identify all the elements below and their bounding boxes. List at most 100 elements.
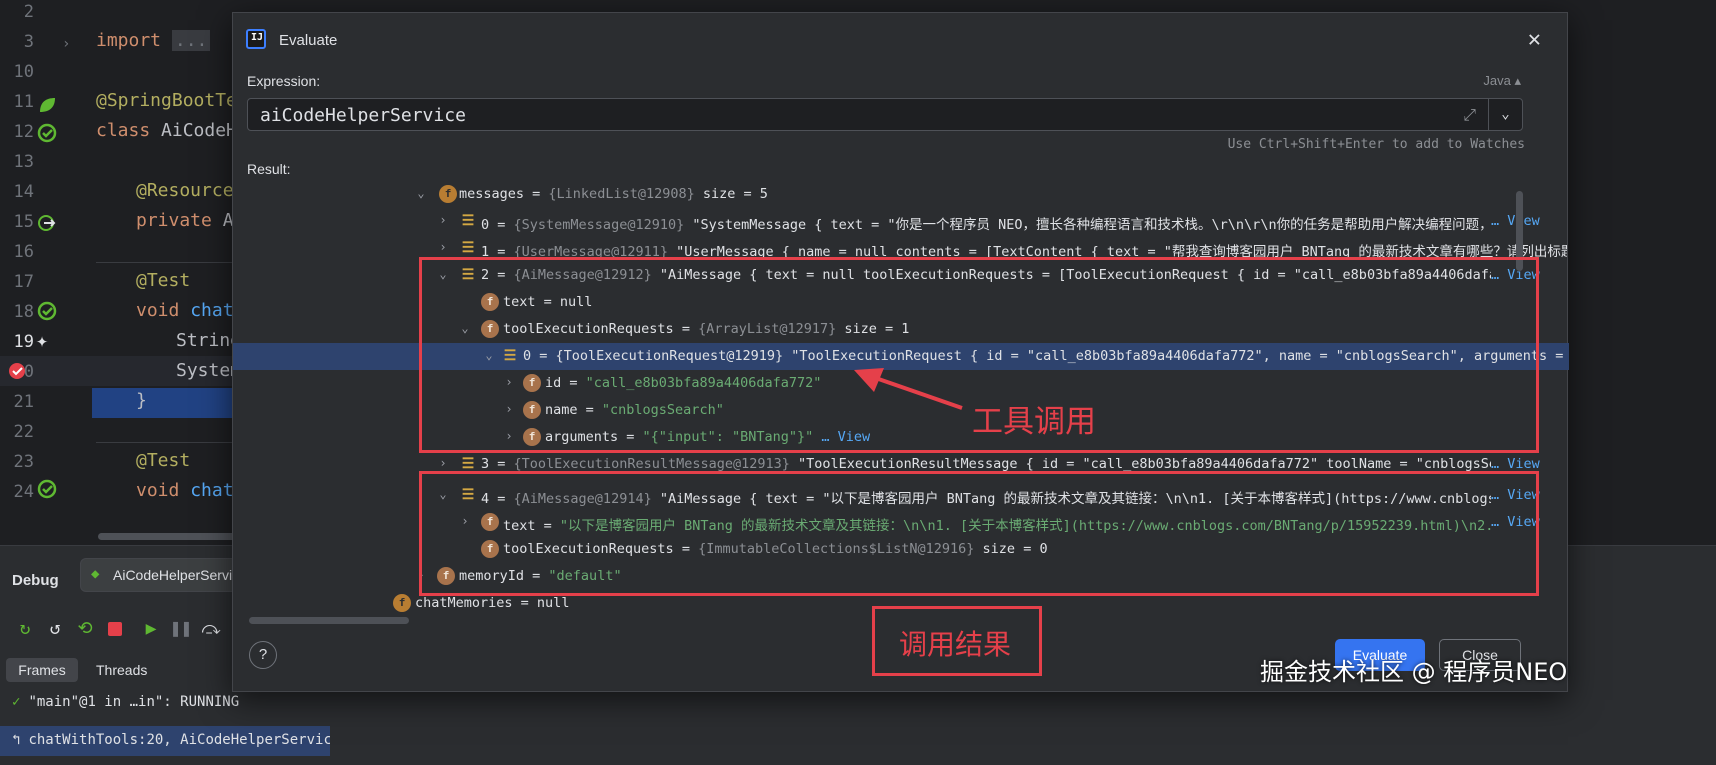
chevron-right-icon[interactable]: › <box>437 213 449 227</box>
tab-frames[interactable]: Frames <box>6 658 78 682</box>
stack-frame-item[interactable]: ↰ chatWithTools:20, AiCodeHelperServic <box>0 726 330 756</box>
node-name: toolExecutionRequests <box>503 541 674 557</box>
tab-threads[interactable]: Threads <box>96 662 147 678</box>
folded-region[interactable]: ... <box>171 30 211 51</box>
fold-chevron-icon[interactable]: › <box>62 36 84 58</box>
node-size: size = 5 <box>694 186 768 202</box>
node-eq: = <box>577 402 602 418</box>
dialog-title: Evaluate <box>279 32 338 49</box>
expand-icon[interactable]: ⤢ <box>1463 105 1476 125</box>
tree-node-message-2[interactable]: ⌄ ☰ 2 = {AiMessage@12912} "AiMessage { t… <box>233 262 1569 289</box>
view-link[interactable]: … View <box>1491 267 1540 283</box>
run-test-passed-icon[interactable] <box>36 478 58 500</box>
node-size: size = 0 <box>974 541 1048 557</box>
tree-node-message-4[interactable]: ⌄ ☰ 4 = {AiMessage@12914} "AiMessage { t… <box>233 482 1569 509</box>
chevron-right-icon[interactable]: › <box>503 429 515 443</box>
view-link[interactable]: … View <box>1491 514 1540 530</box>
node-name: text <box>503 294 536 310</box>
help-button[interactable]: ? <box>249 641 277 669</box>
step-over-icon[interactable]: ⤼ <box>200 618 222 640</box>
view-link[interactable]: … View <box>1491 456 1540 472</box>
tree-node-text[interactable]: f text = null <box>233 289 1569 316</box>
code-line-annotation[interactable]: @SpringBootTes <box>96 90 248 111</box>
breakpoint-icon[interactable] <box>6 360 28 382</box>
tree-node-arguments[interactable]: › f arguments = "{"input": "BNTang"}" … … <box>233 424 1569 451</box>
tree-node-name[interactable]: › f name = "cnblogsSearch" <box>233 397 1569 424</box>
code-line-resource[interactable]: @Resource <box>136 180 234 201</box>
tree-node-text[interactable]: › f text = "以下是博客园用户 BNTang 的最新技术文章及其链接：… <box>233 509 1569 536</box>
chevron-down-icon[interactable]: ⌄ <box>483 348 495 362</box>
node-eq: = <box>489 217 514 233</box>
close-icon[interactable]: ✕ <box>1528 27 1541 52</box>
thread-label: "main"@1 in …in": RUNNING <box>28 694 240 710</box>
code-line-brace[interactable]: } <box>136 390 147 411</box>
expression-input[interactable] <box>260 103 1440 127</box>
chevron-down-icon[interactable]: ⌄ <box>459 321 471 335</box>
code-line-field[interactable]: private Ai <box>136 210 244 231</box>
tree-node-tool-execution-requests[interactable]: f toolExecutionRequests = {ImmutableColl… <box>233 536 1569 563</box>
node-eq: = <box>524 568 549 584</box>
node-name: name <box>545 402 578 418</box>
field-final-icon: f <box>481 293 499 311</box>
rerun-failed-icon[interactable]: ↺ <box>44 618 66 640</box>
code-line-test-annotation[interactable]: @Test <box>136 270 190 291</box>
pause-icon[interactable]: ❚❚ <box>170 618 192 640</box>
ai-sparkle-icon[interactable]: ✦ <box>36 328 58 352</box>
code-line-test-annotation[interactable]: @Test <box>136 450 190 471</box>
view-link[interactable]: … View <box>1491 487 1540 503</box>
line-number: 12 <box>13 122 34 142</box>
tree-node-id[interactable]: › f id = "call_e8b03bfa89a4406dafa772" <box>233 370 1569 397</box>
node-eq: = <box>561 375 586 391</box>
chevron-down-icon[interactable]: ⌄ <box>437 267 449 281</box>
chevron-down-icon[interactable]: ⌄ <box>437 487 449 501</box>
code-line-class[interactable]: class AiCodeHe <box>96 120 248 141</box>
field-final-icon: f <box>523 374 541 392</box>
field-icon: f <box>393 594 411 612</box>
history-dropdown-button[interactable]: ⌄ <box>1488 99 1522 130</box>
run-config-icon: ◆ <box>91 566 100 582</box>
tree-node-memory-id[interactable]: › f memoryId = "default" <box>233 563 1569 590</box>
node-value: "{"input": "BNTang"}" <box>642 429 814 445</box>
chevron-right-icon[interactable]: › <box>437 240 449 254</box>
node-type: {ImmutableCollections$ListN@12916} <box>698 541 975 557</box>
field-final-icon: f <box>523 428 541 446</box>
result-tree[interactable]: ⌄ f messages = {LinkedList@12908} size =… <box>233 181 1569 621</box>
tree-node-message-1[interactable]: › ☰ 1 = {UserMessage@12911} "UserMessage… <box>233 235 1569 262</box>
node-name: memoryId <box>459 568 525 584</box>
tree-node-tool-execution-requests[interactable]: ⌄ f toolExecutionRequests = {ArrayList@1… <box>233 316 1569 343</box>
navigate-injection-icon[interactable] <box>36 212 58 234</box>
thread-selector[interactable]: ✓ "main"@1 in …in": RUNNING <box>12 694 252 722</box>
node-type: {AiMessage@12914} <box>513 491 652 507</box>
node-value: "以下是博客园用户 BNTang 的最新技术文章及其链接：\n\n1. [关于本… <box>559 518 1491 534</box>
result-vertical-scrollbar[interactable] <box>1516 191 1523 271</box>
stop-icon[interactable] <box>104 618 126 640</box>
node-name: chatMemories <box>415 595 513 611</box>
result-horizontal-scrollbar[interactable] <box>249 617 409 624</box>
tree-node-message-3[interactable]: › ☰ 3 = {ToolExecutionResultMessage@1291… <box>233 451 1569 478</box>
tree-node-messages[interactable]: ⌄ f messages = {LinkedList@12908} size =… <box>233 181 1569 208</box>
chevron-down-icon[interactable]: ⌄ <box>415 186 427 200</box>
restart-icon[interactable]: ⟲ <box>74 618 96 640</box>
node-type: {SystemMessage@12910} <box>513 217 685 233</box>
run-test-passed-icon[interactable] <box>36 300 58 322</box>
run-test-passed-icon[interactable] <box>36 122 58 144</box>
node-value: "UserMessage { name = null contents = [T… <box>667 244 1567 260</box>
list-item-icon: ☰ <box>461 456 475 472</box>
view-link[interactable]: … View <box>821 429 870 445</box>
rerun-icon[interactable]: ↻ <box>14 618 36 640</box>
line-number: 13 <box>13 152 34 172</box>
code-line-import[interactable]: import ... <box>96 30 211 51</box>
chevron-right-icon[interactable]: › <box>415 568 427 582</box>
chevron-right-icon[interactable]: › <box>459 514 471 528</box>
line-number: 11 <box>13 92 34 112</box>
node-eq: = <box>535 518 560 534</box>
chevron-right-icon[interactable]: › <box>437 456 449 470</box>
expression-field[interactable]: ⤢ ⌄ <box>247 98 1523 131</box>
chevron-right-icon[interactable]: › <box>503 402 515 416</box>
resume-icon[interactable]: ▶ <box>140 618 162 640</box>
tree-node-tool-execution-request-0[interactable]: ⌄ ☰ 0 = {ToolExecutionRequest@12919} "To… <box>233 343 1569 370</box>
language-selector[interactable]: Java ▴ <box>1483 73 1521 89</box>
code-text: } <box>136 390 147 411</box>
chevron-right-icon[interactable]: › <box>503 375 515 389</box>
tree-node-message-0[interactable]: › ☰ 0 = {SystemMessage@12910} "SystemMes… <box>233 208 1569 235</box>
